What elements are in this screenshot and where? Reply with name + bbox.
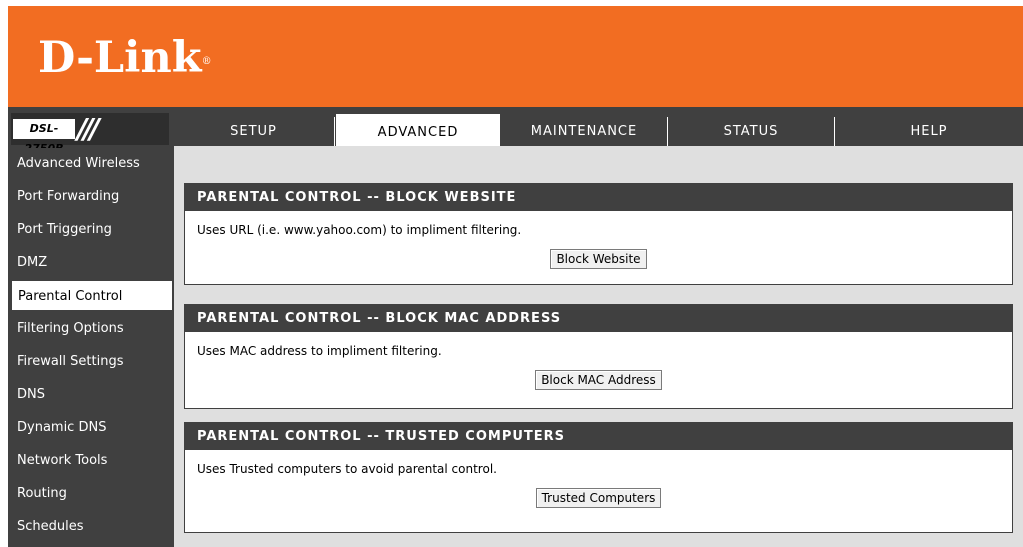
section-description: Uses Trusted computers to avoid parental…: [197, 462, 497, 476]
header-banner: D-Link®: [8, 6, 1023, 107]
sidebar-item-routing[interactable]: Routing: [11, 478, 173, 509]
section-title: PARENTAL CONTROL -- BLOCK WEBSITE: [185, 184, 1012, 211]
sidebar-item-port-forwarding[interactable]: Port Forwarding: [11, 181, 173, 212]
sidebar-item-filtering-options[interactable]: Filtering Options: [11, 313, 173, 344]
sidebar-item-port-triggering[interactable]: Port Triggering: [11, 214, 173, 245]
sidebar-item-dns[interactable]: DNS: [11, 379, 173, 410]
tab-advanced[interactable]: ADVANCED: [335, 113, 501, 146]
sidebar-item-dynamic-dns[interactable]: Dynamic DNS: [11, 412, 173, 443]
block-website-section: PARENTAL CONTROL -- BLOCK WEBSITE Uses U…: [184, 183, 1013, 285]
block-mac-address-section: PARENTAL CONTROL -- BLOCK MAC ADDRESS Us…: [184, 304, 1013, 409]
sidebar-item-schedules[interactable]: Schedules: [11, 511, 173, 542]
tab-setup[interactable]: SETUP: [173, 117, 335, 146]
sidebar-item-parental-control[interactable]: Parental Control: [11, 280, 173, 311]
section-title: PARENTAL CONTROL -- TRUSTED COMPUTERS: [185, 423, 1012, 450]
tab-status[interactable]: STATUS: [668, 117, 835, 146]
section-title: PARENTAL CONTROL -- BLOCK MAC ADDRESS: [185, 305, 1012, 332]
sidebar-item-advanced-wireless[interactable]: Advanced Wireless: [11, 148, 173, 179]
model-slash-decoration: ///: [77, 112, 100, 145]
trusted-computers-button[interactable]: Trusted Computers: [535, 488, 662, 508]
trusted-computers-section: PARENTAL CONTROL -- TRUSTED COMPUTERS Us…: [184, 422, 1013, 533]
main-content: PARENTAL CONTROL -- BLOCK WEBSITE Uses U…: [174, 146, 1023, 547]
tab-help[interactable]: HELP: [835, 117, 1023, 146]
sidebar-item-network-tools[interactable]: Network Tools: [11, 445, 173, 476]
tab-maintenance[interactable]: MAINTENANCE: [501, 117, 668, 146]
model-label: DSL-2750B: [13, 119, 75, 155]
sidebar-nav: Advanced Wireless Port Forwarding Port T…: [11, 148, 173, 544]
sidebar-item-firewall-settings[interactable]: Firewall Settings: [11, 346, 173, 377]
section-description: Uses MAC address to impliment filtering.: [197, 344, 442, 358]
model-badge: DSL-2750B ///: [11, 112, 169, 155]
dlink-logo: D-Link®: [38, 33, 212, 83]
block-website-button[interactable]: Block Website: [550, 249, 647, 269]
sidebar-item-dmz[interactable]: DMZ: [11, 247, 173, 278]
block-mac-address-button[interactable]: Block MAC Address: [535, 370, 662, 390]
section-description: Uses URL (i.e. www.yahoo.com) to implime…: [197, 223, 522, 237]
